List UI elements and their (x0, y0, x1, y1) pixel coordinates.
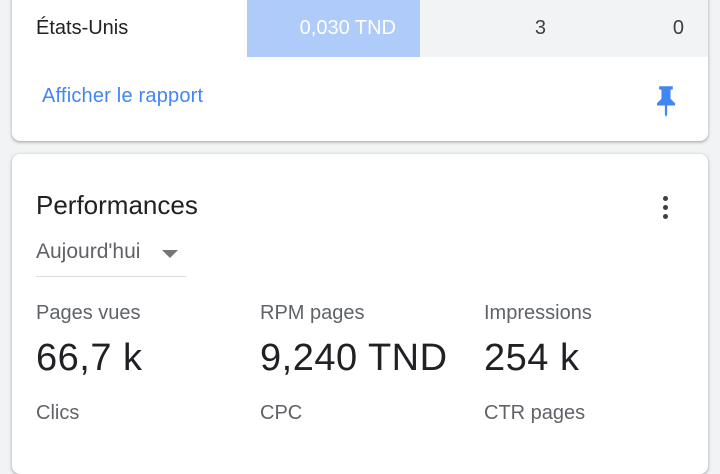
metric-value: 254 k (484, 337, 580, 379)
table-row[interactable]: États-Unis 0,030 TND 3 0 (12, 0, 708, 57)
metric-label: RPM pages (260, 302, 365, 324)
metric-label: Impressions (484, 302, 592, 324)
revenue-cell: 0,030 TND (247, 0, 420, 57)
metric-value: 9,240 TND (260, 337, 448, 379)
metric-cpc[interactable]: CPC (260, 402, 480, 437)
card-title: Performances (36, 190, 198, 220)
metric-impressions[interactable]: Impressions 254 k (484, 302, 704, 380)
period-dropdown[interactable]: Aujourd'hui (36, 238, 186, 277)
countries-card: États-Unis 0,030 TND 3 0 Afficher le rap… (12, 0, 708, 141)
metric-cell: 3 (420, 0, 560, 57)
metric-cell: 0 (560, 0, 708, 57)
view-report-link[interactable]: Afficher le rapport (42, 85, 203, 108)
metric-page-ctr[interactable]: CTR pages (484, 402, 704, 437)
country-name: États-Unis (36, 17, 129, 39)
period-label: Aujourd'hui (36, 240, 141, 263)
performance-card: Performances Aujourd'hui Pages vues 66,7… (12, 154, 708, 474)
metric-label: Pages vues (36, 302, 141, 324)
metric-value: 66,7 k (36, 337, 143, 379)
metric-page-rpm[interactable]: RPM pages 9,240 TND (260, 302, 480, 380)
pin-icon[interactable] (652, 84, 680, 118)
more-vert-icon[interactable] (654, 192, 678, 224)
metric-page-views[interactable]: Pages vues 66,7 k (36, 302, 256, 380)
metric-label: CPC (260, 402, 303, 424)
chevron-down-icon (162, 250, 178, 258)
metric-label: Clics (36, 402, 80, 424)
metric-clicks[interactable]: Clics (36, 402, 256, 437)
metric-label: CTR pages (484, 402, 586, 424)
